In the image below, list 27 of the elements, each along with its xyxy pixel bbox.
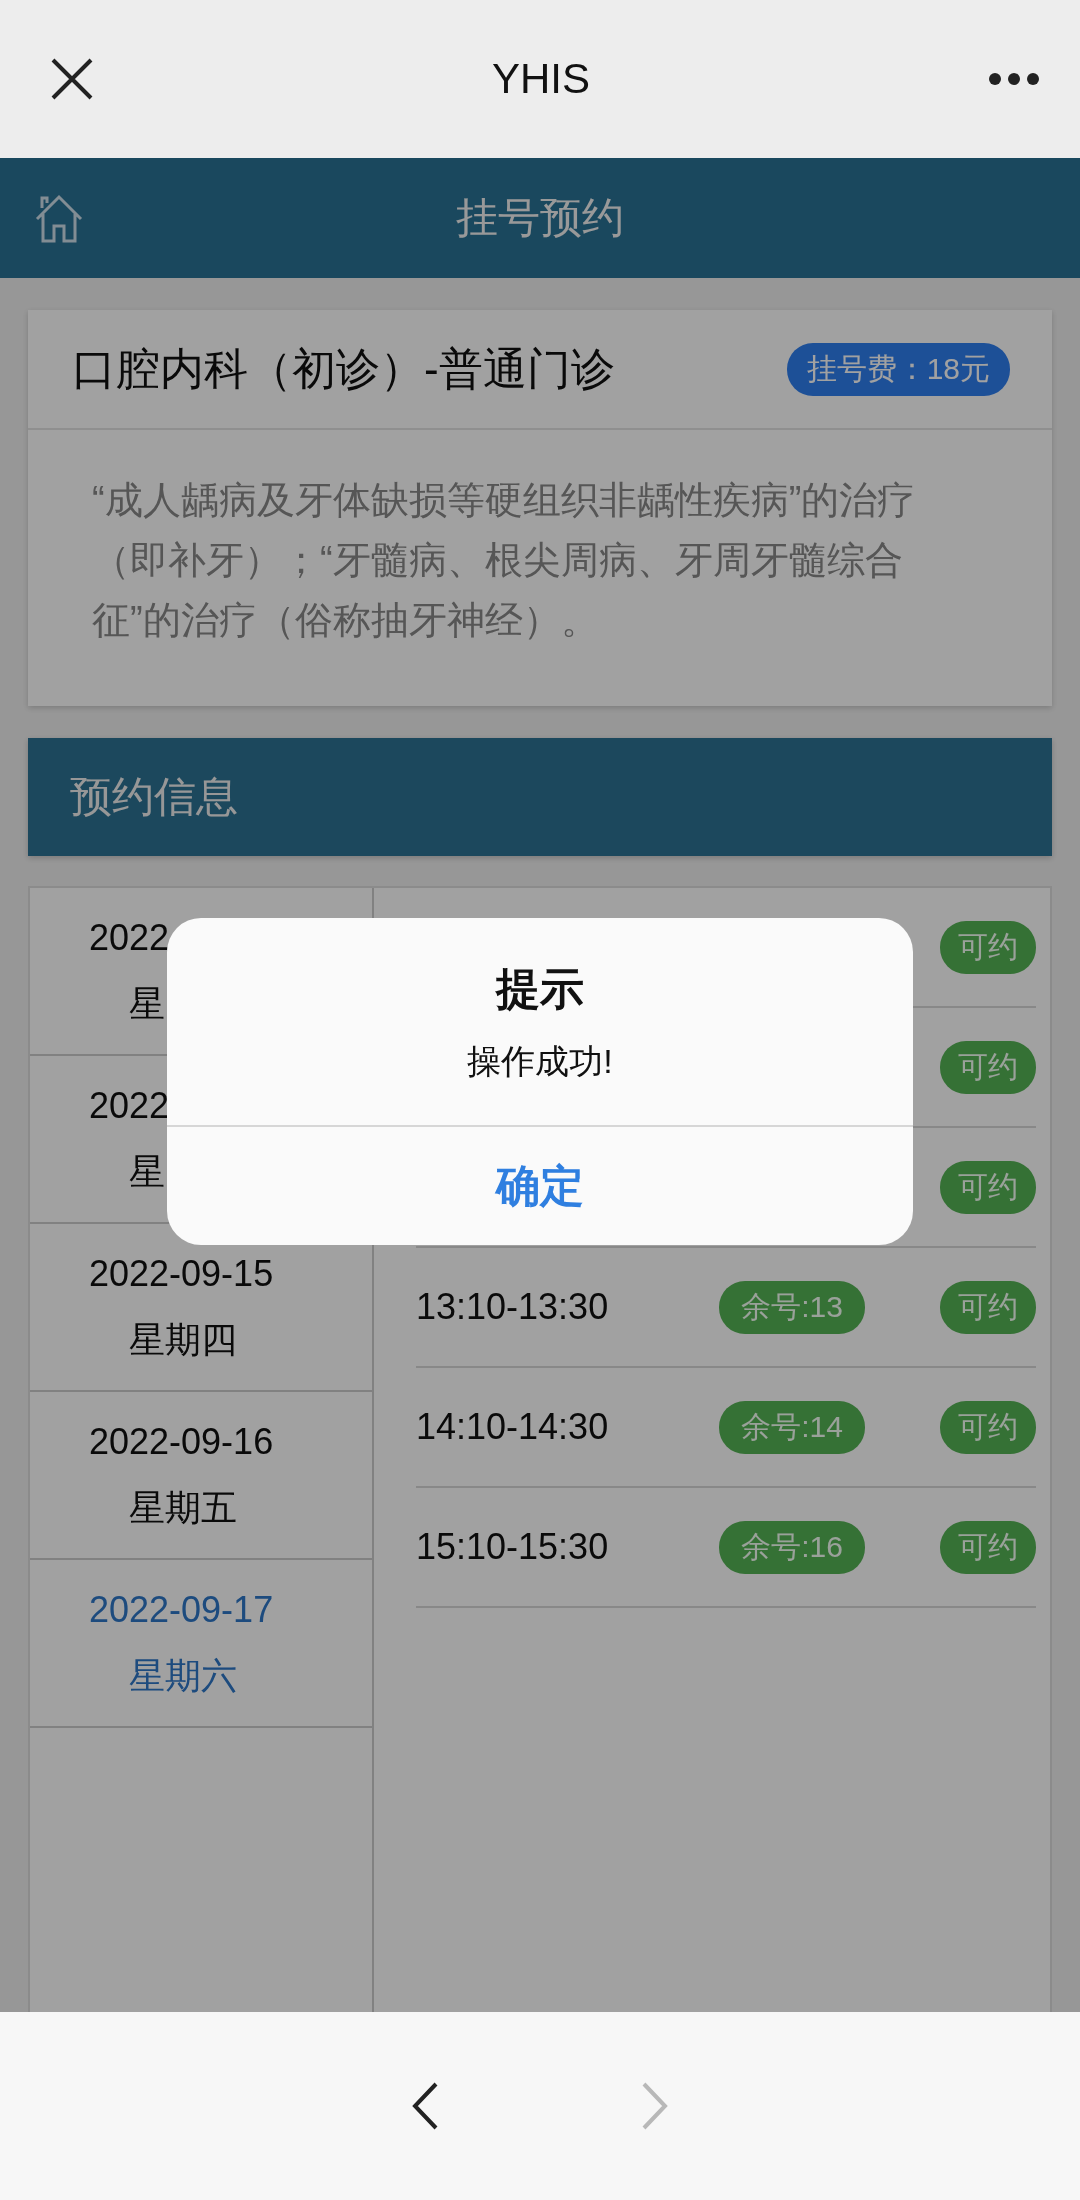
dialog-message: 操作成功! [467,1041,613,1082]
book-button[interactable]: 可约 [940,920,1036,974]
remaining-badge: 余号:13 [719,1280,865,1334]
section-title: 预约信息 [70,772,238,822]
department-name: 口腔内科（初诊）-普通门诊 [72,342,615,395]
department-description: “成人龋病及牙体缺损等硬组织非龋性疾病”的治疗（即补牙）；“牙髓病、根尖周病、牙周牙髓综合征”的治疗（俗称抽牙神经）。 [91,478,917,643]
home-icon[interactable] [34,194,84,244]
slot-time: 14:10-14:30 [416,1406,610,1448]
fee-badge: 挂号费：18元 [786,342,1010,396]
date-item[interactable]: 2022-09-16 星期五 [30,1392,372,1560]
more-icon[interactable] [988,72,1040,86]
back-icon[interactable] [410,2081,440,2131]
close-icon[interactable] [50,57,94,101]
confirm-button[interactable]: 确定 [167,1125,913,1245]
window-title: YHIS [492,55,590,103]
remaining-badge: 余号:16 [719,1520,865,1574]
page-title: 挂号预约 [456,193,624,243]
slot-time: 13:10-13:30 [416,1286,610,1328]
book-button[interactable]: 可约 [940,1040,1036,1094]
book-button[interactable]: 可约 [940,1160,1036,1214]
book-button[interactable]: 可约 [940,1280,1036,1334]
remaining-badge: 余号:14 [719,1400,865,1454]
book-button[interactable]: 可约 [940,1520,1036,1574]
date-item[interactable]: 2022-09-17 星期六 [30,1560,372,1728]
slot-time: 15:10-15:30 [416,1526,610,1568]
dialog-title: 提示 [496,963,584,1015]
book-button[interactable]: 可约 [940,1400,1036,1454]
